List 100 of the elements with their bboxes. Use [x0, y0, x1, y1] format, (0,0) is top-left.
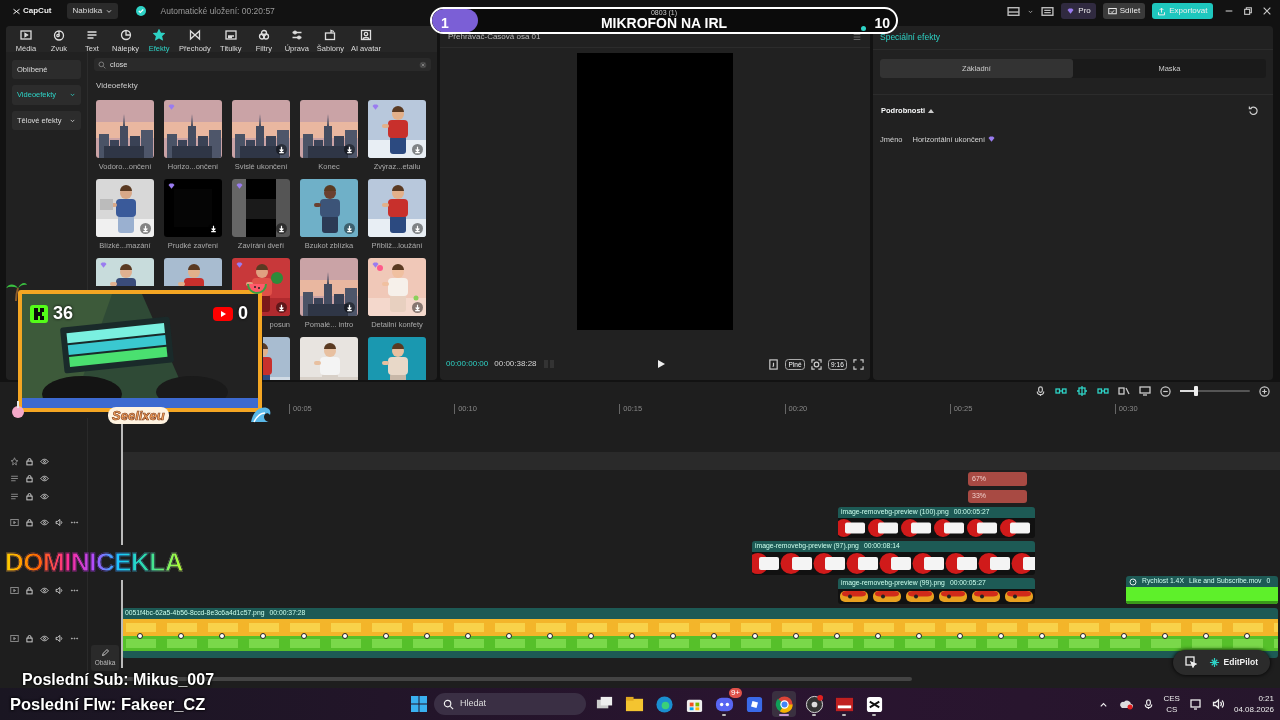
- folder-icon[interactable]: [624, 694, 644, 714]
- play-icon[interactable]: [656, 359, 667, 369]
- microphone-icon[interactable]: [1142, 698, 1154, 710]
- search-icon: [443, 698, 454, 710]
- download-icon[interactable]: [276, 144, 287, 155]
- template-icon: [324, 29, 337, 41]
- browser-icon[interactable]: [654, 694, 674, 714]
- eye-icon[interactable]: [40, 633, 49, 643]
- logo-icon: [12, 6, 21, 16]
- close-icon[interactable]: [1262, 6, 1272, 16]
- volume-icon[interactable]: [1211, 698, 1224, 710]
- download-icon[interactable]: [344, 302, 355, 313]
- lock-icon[interactable]: [25, 456, 34, 466]
- status-dot: [861, 26, 866, 31]
- music-icon: [53, 29, 65, 41]
- fullscreen-icon[interactable]: [853, 358, 864, 370]
- search-icon: [98, 60, 106, 69]
- panel-title: Přehrávač-Časová osa 01: [448, 30, 541, 43]
- zoom-out-icon[interactable]: [1160, 385, 1171, 397]
- sticker-icon: [119, 29, 132, 41]
- share-button[interactable]: Sdílet: [1102, 3, 1146, 19]
- drink-icon: [10, 400, 26, 418]
- link-icon[interactable]: [1097, 385, 1109, 397]
- text-icon: [10, 491, 19, 501]
- phone-icon[interactable]: [768, 358, 780, 370]
- slider-thumb[interactable]: [1194, 386, 1199, 396]
- speaker-icon[interactable]: [55, 518, 64, 527]
- notification-badge: 9+: [728, 688, 742, 698]
- menu-button[interactable]: Nabídka: [67, 3, 119, 19]
- download-icon[interactable]: [344, 223, 355, 234]
- streamer-name: Seelixeu: [108, 407, 169, 424]
- windows-icon[interactable]: [410, 695, 428, 713]
- cursor-icon: [1184, 656, 1197, 669]
- lock-icon[interactable]: [25, 518, 34, 527]
- link-icon[interactable]: [1055, 385, 1067, 397]
- restore-icon[interactable]: [1243, 6, 1253, 16]
- subscriber-count: 0: [238, 302, 248, 325]
- cloud-icon[interactable]: [1118, 698, 1133, 710]
- lock-icon[interactable]: [25, 474, 34, 483]
- sliders-icon: [290, 29, 303, 41]
- avatar-icon: [359, 29, 372, 41]
- menu-icon[interactable]: [852, 31, 862, 42]
- microphone-icon[interactable]: [1035, 385, 1046, 397]
- snap-icon[interactable]: [1076, 385, 1088, 397]
- record-icon[interactable]: [804, 694, 824, 714]
- download-icon[interactable]: [276, 302, 287, 313]
- diamond-icon: [1066, 6, 1076, 16]
- sparkle-icon: [10, 456, 19, 466]
- chevron-icon: [69, 91, 76, 99]
- lock-icon[interactable]: [25, 586, 34, 595]
- upload-icon: [1157, 6, 1167, 16]
- speaker-icon[interactable]: [55, 586, 64, 595]
- current-time: 00:00:00:00: [446, 358, 489, 370]
- eye-icon[interactable]: [40, 586, 49, 595]
- zoom-in-icon[interactable]: [1259, 385, 1270, 397]
- total-time: 00:00:38:28: [494, 358, 537, 370]
- download-icon[interactable]: [208, 223, 219, 234]
- more-icon[interactable]: [70, 586, 79, 595]
- app-logo: CapCut: [12, 5, 52, 17]
- video-icon: [10, 586, 19, 595]
- browser-icon[interactable]: [774, 694, 794, 714]
- lock-icon[interactable]: [25, 633, 34, 643]
- goal-start: 1: [441, 14, 449, 32]
- reset-icon[interactable]: [1248, 105, 1259, 117]
- media-icon: [20, 29, 32, 41]
- check-icon: [136, 6, 147, 16]
- video-icon: [10, 518, 19, 527]
- search-field[interactable]: Hledat: [434, 693, 586, 715]
- language-indicator[interactable]: CES CS: [1163, 693, 1180, 715]
- network-icon[interactable]: [1189, 698, 1202, 710]
- editor-icon[interactable]: [864, 694, 884, 714]
- download-icon[interactable]: [276, 223, 287, 234]
- eye-icon[interactable]: [40, 474, 49, 483]
- eye-icon[interactable]: [40, 491, 49, 501]
- clock[interactable]: 0:21 04.08.2026: [1233, 693, 1274, 715]
- text-icon: [86, 29, 98, 41]
- pro-button[interactable]: Pro: [1061, 3, 1096, 19]
- follower-count: 36: [53, 302, 74, 325]
- edit-icon: [100, 648, 110, 658]
- monitor-icon[interactable]: [1139, 385, 1151, 397]
- split-icon[interactable]: [1118, 385, 1130, 397]
- focus-icon[interactable]: [810, 358, 822, 370]
- eye-icon[interactable]: [40, 456, 49, 466]
- share-icon: [1107, 6, 1117, 16]
- more-icon[interactable]: [70, 518, 79, 527]
- last-follower: Poslední Flw: Fakeer_CZ: [10, 694, 206, 715]
- layout-icon[interactable]: [1007, 4, 1021, 18]
- eye-icon[interactable]: [40, 518, 49, 527]
- clear-icon[interactable]: [419, 60, 427, 69]
- game-icon[interactable]: [744, 694, 764, 714]
- download-icon[interactable]: [344, 144, 355, 155]
- speaker-icon[interactable]: [55, 633, 64, 643]
- star-icon: [153, 29, 166, 41]
- caption-icon: [224, 29, 237, 41]
- video-icon: [10, 633, 19, 643]
- transition-icon: [188, 29, 201, 41]
- panel-icon[interactable]: [1041, 4, 1055, 18]
- text-icon: [10, 474, 19, 483]
- lock-icon[interactable]: [25, 491, 34, 501]
- caret-icon: [105, 7, 114, 15]
